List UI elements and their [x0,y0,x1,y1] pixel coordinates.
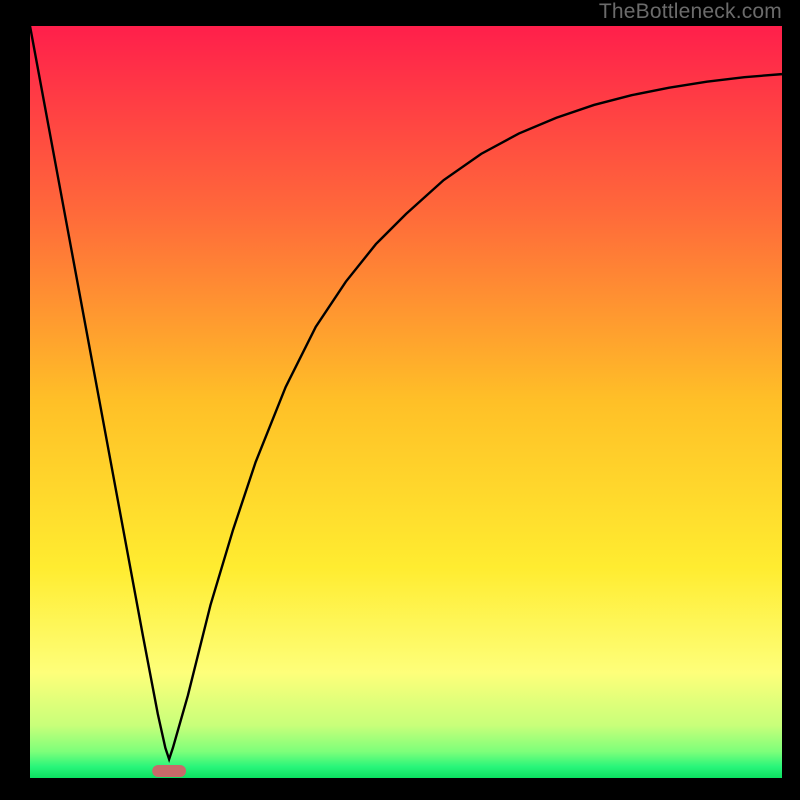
marker-pill [152,765,186,777]
attribution-watermark: TheBottleneck.com [599,0,782,24]
bottleneck-chart [0,0,800,800]
chart-container: TheBottleneck.com [0,0,800,800]
plot-background [30,26,782,778]
